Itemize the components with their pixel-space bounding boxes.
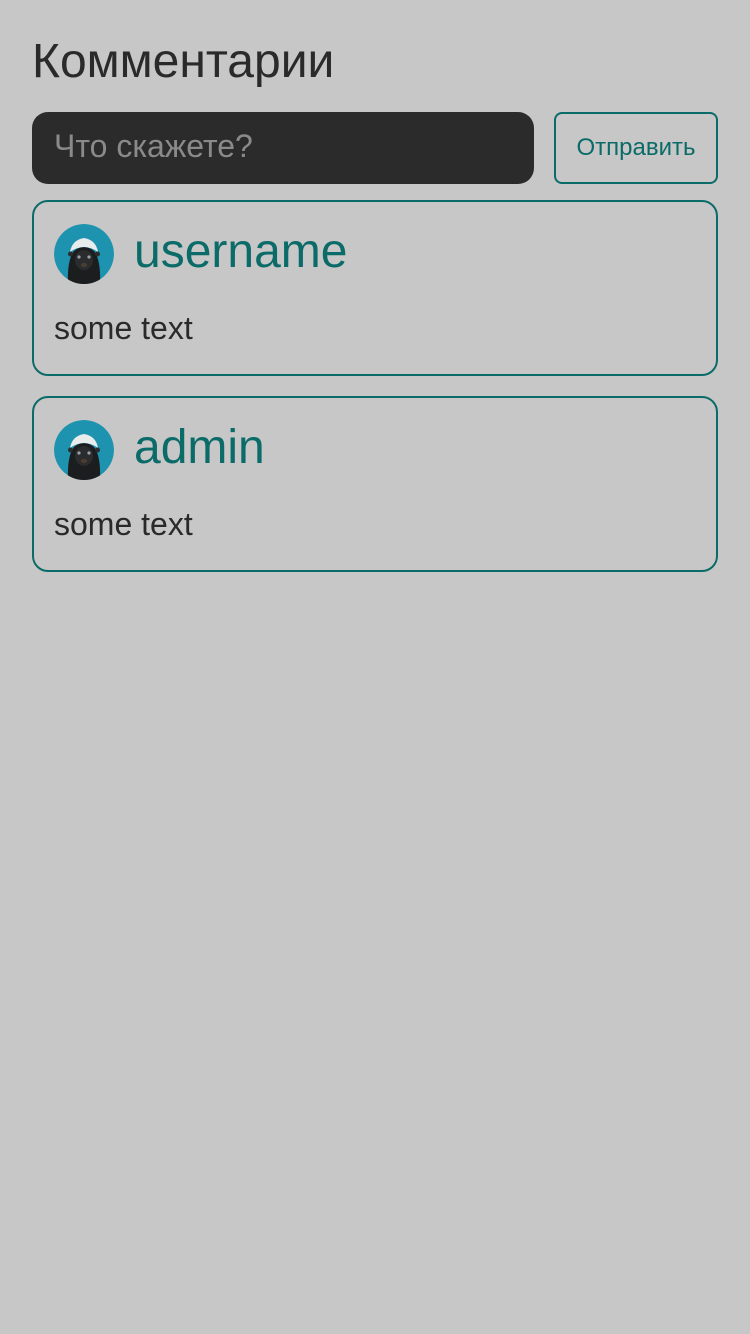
send-button[interactable]: Отправить xyxy=(554,112,718,184)
comment-author[interactable]: username xyxy=(134,222,347,282)
comment-card: username some text xyxy=(32,200,718,376)
user-avatar-icon[interactable] xyxy=(54,420,114,480)
comment-composer: Отправить xyxy=(32,112,718,184)
comment-author[interactable]: admin xyxy=(134,418,265,478)
comment-input[interactable] xyxy=(32,112,534,184)
comment-text: some text xyxy=(54,310,193,346)
page-title: Комментарии xyxy=(32,35,335,88)
user-avatar-icon[interactable] xyxy=(54,224,114,284)
comment-card: admin some text xyxy=(32,396,718,572)
comment-text: some text xyxy=(54,506,193,542)
